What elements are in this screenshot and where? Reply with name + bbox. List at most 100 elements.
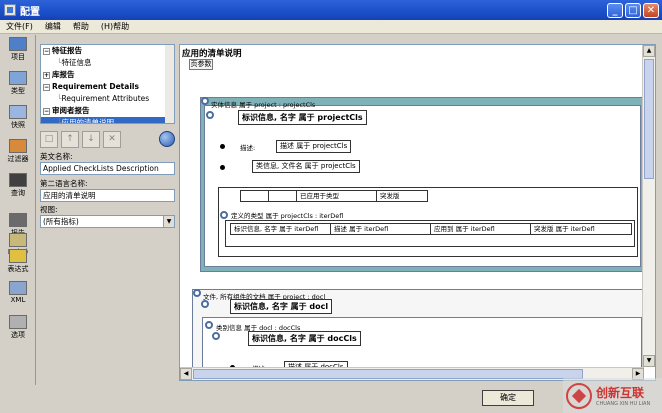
tree-item[interactable]: └Requirement Attributes — [41, 93, 174, 105]
bullet-icon — [220, 144, 225, 149]
section-expand-icon[interactable] — [201, 300, 209, 308]
xml-icon — [9, 281, 27, 295]
second-lang-field[interactable]: 应用的清单说明 — [40, 189, 175, 202]
table-header-cell: 突发版 — [380, 192, 400, 200]
leftbar-expression[interactable]: 表达式 — [2, 249, 34, 274]
leftbar-query[interactable]: 查询 — [2, 173, 34, 198]
tree-item[interactable]: └特征信息 — [41, 57, 174, 69]
query-icon — [9, 173, 27, 187]
menu-help-h[interactable]: (H)帮助 — [95, 21, 135, 32]
report-tree[interactable]: − 特征报告 └特征信息 + 库报告 − Requirement Details └Requi… — [40, 44, 175, 124]
ok-button[interactable]: 确定 — [482, 390, 534, 406]
report-title: 应用的清单说明 — [182, 49, 242, 59]
section1-header: 实体信息 属于 project : projectCls — [211, 101, 316, 109]
watermark: 创新互联 CHUANG XIN HU LIAN — [563, 378, 662, 413]
leftbar-project[interactable]: 项目 — [2, 37, 34, 62]
leftbar-label: XML — [10, 296, 26, 304]
leftbar-label: 项目 — [11, 53, 25, 61]
tree-item[interactable]: + 库报告 — [41, 69, 174, 81]
view-label: 视图: — [40, 205, 58, 214]
expression-icon — [9, 249, 27, 263]
leftbar-label: 快照 — [11, 121, 25, 129]
tree-item-label: Requirement Attributes — [61, 94, 150, 103]
sub-header: 定义的类型 属于 projectCls : iterDefl — [231, 212, 344, 220]
tree-scrollbar[interactable] — [165, 45, 174, 123]
minimize-button[interactable]: _ — [607, 2, 623, 18]
tree-item[interactable]: └应用的清单说明 — [41, 117, 174, 124]
title-bar: 配置 _ □ ✕ — [0, 0, 662, 20]
bullet1-label: 描述: — [240, 144, 256, 152]
scroll-left-button[interactable]: ◀ — [180, 368, 192, 380]
left-panel: − 特征报告 └特征信息 + 库报告 − Requirement Details └Requi… — [37, 44, 178, 385]
globe-icon[interactable] — [159, 131, 175, 147]
leftbar-label: 选项 — [11, 331, 25, 339]
view-value: (所有指标) — [43, 217, 79, 226]
table-header-cell — [269, 191, 297, 201]
section-expand-icon[interactable] — [205, 321, 213, 329]
leftbar-options[interactable]: 选项 — [2, 315, 34, 340]
menu-help[interactable]: 帮助 — [67, 21, 95, 32]
leftbar-label: 类型 — [11, 87, 25, 95]
sub-table-row: 标识信息, 名字 属于 iterDefl 描述 属于 iterDefl 应用到 … — [230, 223, 632, 235]
report-icon — [9, 213, 27, 227]
english-name-label: 英文名称: — [40, 152, 73, 161]
table-header-cell — [241, 191, 269, 201]
sub-cell: 标识信息, 名字 属于 iterDefl — [231, 224, 331, 234]
watermark-logo-icon — [566, 382, 592, 409]
section-expand-icon[interactable] — [206, 111, 214, 119]
tree-item-label: Requirement Details — [52, 82, 139, 91]
close-button[interactable]: ✕ — [643, 2, 659, 18]
leftbar-snapshot[interactable]: 快照 — [2, 105, 34, 130]
tree-item[interactable]: − 审阅者报告 — [41, 105, 174, 117]
view-select[interactable]: (所有指标) ▼ — [40, 215, 175, 228]
sub-cell: 应用到 属于 iterDefl — [431, 224, 531, 234]
app-icon — [4, 4, 16, 16]
sub-cell: 描述 属于 iterDefl — [331, 224, 431, 234]
tree-item-label: 特征报告 — [52, 46, 82, 55]
table-header-cell: 已应用于类型 — [297, 191, 377, 201]
snapshot-icon — [9, 105, 27, 119]
menu-edit[interactable]: 编辑 — [39, 21, 67, 32]
window-title: 配置 — [20, 6, 40, 18]
expand-icon[interactable]: + — [43, 71, 50, 79]
section-expand-icon[interactable] — [201, 97, 209, 105]
leftbar-label: 查询 — [11, 189, 25, 197]
english-name-field[interactable]: Applied CheckLists Description — [40, 162, 175, 175]
section-expand-icon[interactable] — [212, 332, 220, 340]
new-item-button[interactable]: □ — [40, 130, 58, 148]
leftbar-label: 表达式 — [7, 265, 29, 273]
type-icon — [9, 71, 27, 85]
tree-item[interactable]: − 特征报告 — [41, 45, 174, 57]
re-icon — [9, 233, 27, 247]
page-params-tab[interactable]: 页参数 — [189, 59, 213, 70]
leftbar-type[interactable]: 类型 — [2, 71, 34, 96]
tree-item-label: 库报告 — [52, 70, 75, 79]
maximize-button[interactable]: □ — [625, 2, 641, 18]
menu-file[interactable]: 文件(F) — [0, 21, 39, 32]
section-expand-icon[interactable] — [220, 211, 228, 219]
section3-title: 标识信息, 名字 属于 docCls — [248, 331, 361, 346]
horizontal-scroll-thumb[interactable] — [193, 369, 583, 379]
leftbar-filter[interactable]: 过滤器 — [2, 139, 34, 164]
move-up-button[interactable]: ↑ — [61, 130, 79, 148]
move-down-button[interactable]: ↓ — [82, 130, 100, 148]
collapse-icon[interactable]: − — [43, 83, 50, 91]
filter-icon — [9, 139, 27, 153]
section2-title: 标识信息, 名字 属于 docl — [230, 299, 333, 314]
section-expand-icon[interactable] — [193, 289, 201, 297]
tree-item[interactable]: − Requirement Details — [41, 81, 174, 93]
delete-button[interactable]: ✕ — [103, 130, 121, 148]
tree-item-label: 应用的清单说明 — [61, 118, 115, 124]
tree-toolbar: □ ↑ ↓ ✕ — [40, 129, 175, 149]
scroll-up-button[interactable]: ▲ — [643, 45, 655, 57]
scroll-down-button[interactable]: ▼ — [643, 355, 655, 367]
tree-item-label: 特征信息 — [61, 58, 92, 67]
leftbar-xml[interactable]: XML — [2, 281, 34, 304]
bullet1-value: 描述 属于 projectCls — [276, 140, 352, 153]
collapse-icon[interactable]: − — [43, 47, 50, 55]
chevron-down-icon[interactable]: ▼ — [163, 216, 174, 227]
vertical-scroll-thumb[interactable] — [644, 59, 654, 179]
vertical-scrollbar[interactable]: ▲ ▼ — [642, 45, 655, 367]
menu-bar: 文件(F) 编辑 帮助 (H)帮助 — [0, 20, 662, 34]
collapse-icon[interactable]: − — [43, 107, 50, 115]
